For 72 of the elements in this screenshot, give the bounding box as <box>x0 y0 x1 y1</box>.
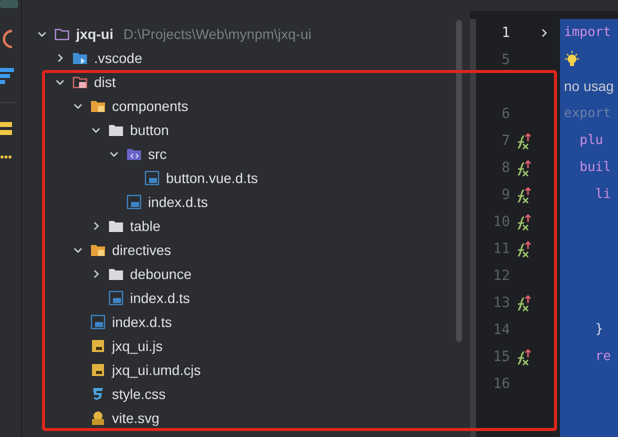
chevron-down-icon[interactable] <box>37 29 47 39</box>
code-text: import <box>564 24 611 42</box>
folder-icon <box>108 218 124 234</box>
folder-icon <box>126 146 142 162</box>
tree-item-label[interactable]: debounce <box>130 264 192 284</box>
line-number: 9 <box>502 186 510 202</box>
line-number: 16 <box>493 376 510 392</box>
structure-icon[interactable] <box>0 68 14 84</box>
tree-item-label[interactable]: .vscode <box>94 48 142 68</box>
code-text: } <box>594 320 604 339</box>
tree-item-label[interactable]: index.d.ts <box>112 312 172 332</box>
line-number: 12 <box>493 268 510 284</box>
folder-icon <box>72 74 88 90</box>
svg-file-icon <box>90 410 106 426</box>
javascript-file-icon <box>90 362 106 378</box>
usage-hint: no usag <box>564 77 614 96</box>
line-number: 13 <box>493 294 510 310</box>
line-number: 10 <box>493 214 510 230</box>
folder-icon <box>90 98 106 114</box>
tree-item-label[interactable]: vite.svg <box>112 408 160 428</box>
tree-item-label[interactable]: style.css <box>112 384 166 404</box>
folder-icon <box>108 122 124 138</box>
module-folder-icon <box>54 26 70 42</box>
chevron-right-icon[interactable] <box>91 269 101 279</box>
tree-item-label[interactable]: index.d.ts <box>130 288 190 308</box>
chevron-down-icon[interactable] <box>55 77 65 87</box>
tree-item-label[interactable]: components <box>112 96 188 116</box>
typescript-file-icon <box>144 170 160 186</box>
typescript-file-icon <box>90 314 106 330</box>
line-number: 5 <box>502 52 510 68</box>
typescript-file-icon <box>108 290 124 306</box>
more-icon[interactable] <box>0 155 12 159</box>
tree-item-label[interactable]: jxq_ui.umd.cjs <box>112 360 201 380</box>
tree-item-label[interactable]: jxq_ui.js <box>112 336 163 356</box>
chevron-down-icon[interactable] <box>109 149 119 159</box>
tree-item-label[interactable]: jxq-ui <box>76 24 114 44</box>
arc-icon[interactable] <box>0 28 14 50</box>
line-number: 14 <box>493 322 510 338</box>
folder-icon <box>90 242 106 258</box>
chevron-right-icon[interactable] <box>55 53 65 63</box>
lightbulb-icon[interactable] <box>564 50 580 68</box>
tree-item-label[interactable]: dist <box>94 72 116 92</box>
code-text: re <box>594 348 611 366</box>
code-text: export <box>564 104 611 123</box>
folder-icon <box>72 50 88 66</box>
css-file-icon <box>90 386 106 402</box>
tree-item-label[interactable]: index.d.ts <box>148 192 208 212</box>
typescript-file-icon <box>126 194 142 210</box>
tree-item-label[interactable]: table <box>130 216 160 236</box>
line-number: 11 <box>493 240 510 256</box>
code-text: plu <box>578 132 604 150</box>
tree-item-label[interactable]: button.vue.d.ts <box>166 168 258 188</box>
line-number: 15 <box>493 348 510 364</box>
code-text: li <box>594 186 611 204</box>
chevron-down-icon[interactable] <box>73 245 83 255</box>
bookmarks-icon[interactable] <box>0 121 12 137</box>
scrollbar-thumb[interactable] <box>456 20 462 342</box>
javascript-file-icon <box>90 338 106 354</box>
line-number: 6 <box>502 106 510 122</box>
code-text: buil <box>578 158 611 177</box>
tree-item-label[interactable]: directives <box>112 240 172 260</box>
line-number: 8 <box>502 160 510 176</box>
chevron-down-icon[interactable] <box>91 125 101 135</box>
chevron-down-icon[interactable] <box>73 101 83 111</box>
chevron-right-icon[interactable] <box>91 221 101 231</box>
line-number: 7 <box>502 132 510 148</box>
tree-item-label[interactable]: src <box>148 144 167 164</box>
chevron-right-icon[interactable] <box>539 28 549 38</box>
path-label: D:\Projects\Web\mynpm\jxq-ui <box>123 24 312 44</box>
line-number: 1 <box>502 24 510 40</box>
folder-icon <box>108 266 124 282</box>
tree-item-label[interactable]: button <box>130 120 169 140</box>
